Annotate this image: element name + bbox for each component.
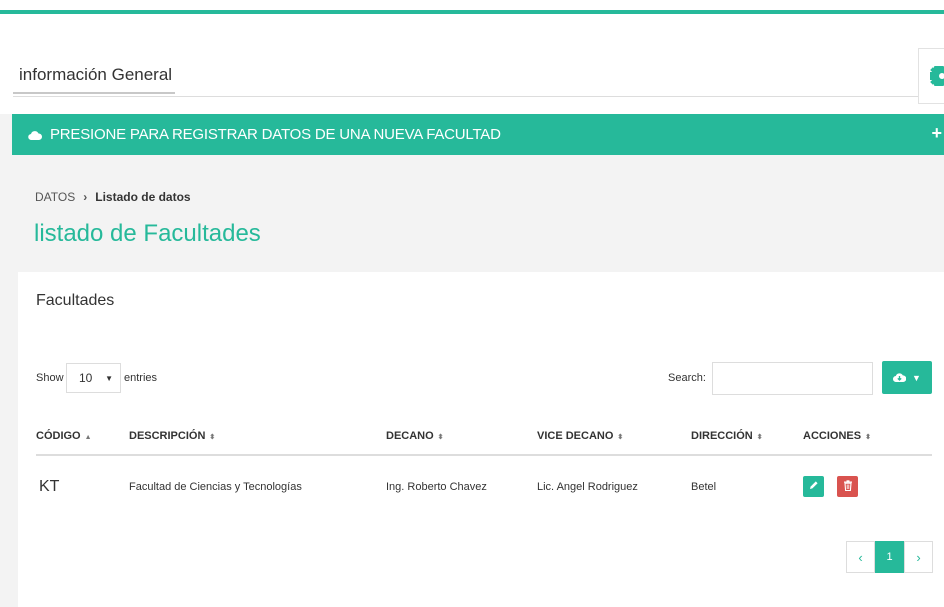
breadcrumb: DATOS › Listado de datos	[35, 190, 191, 204]
register-bar-label: PRESIONE PARA REGISTRAR DATOS DE UNA NUE…	[50, 126, 501, 143]
column-header-direccion[interactable]: DIRECCIÓN ⬍	[691, 417, 803, 456]
breadcrumb-current: Listado de datos	[95, 190, 191, 204]
breadcrumb-root[interactable]: DATOS	[35, 190, 75, 204]
column-header-descripcion[interactable]: DESCRIPCIÓN ⬍	[129, 417, 386, 456]
cell-decano: Ing. Roberto Chavez	[386, 480, 487, 493]
column-header-decano[interactable]: DECANO ⬍	[386, 417, 537, 456]
column-header-codigo[interactable]: CÓDIGO ▲	[36, 417, 129, 456]
tab-divider	[13, 96, 931, 97]
pagination: ‹ 1 ›	[846, 541, 933, 573]
expand-plus-icon[interactable]: +	[931, 123, 942, 144]
chevron-right-icon: ›	[916, 549, 921, 565]
sort-icon: ⬍	[865, 433, 871, 441]
tab-informacion-general[interactable]: información General	[13, 64, 175, 94]
cell-direccion: Betel	[691, 480, 717, 493]
cell-codigo: KT	[39, 477, 60, 495]
search-label: Search:	[668, 372, 706, 384]
cloud-icon	[28, 130, 42, 140]
sort-icon: ⬍	[437, 433, 444, 441]
settings-toggle[interactable]	[918, 48, 944, 104]
caret-down-icon: ▼	[105, 373, 113, 383]
column-header-acciones[interactable]: ACCIONES ⬍	[803, 417, 932, 456]
pagination-prev[interactable]: ‹	[846, 541, 875, 573]
faculties-panel: Facultades Show 10 ▼ entries Search: ▼ C…	[18, 272, 944, 607]
sort-asc-icon: ▲	[84, 433, 92, 441]
table-row: KT Facultad de Ciencias y Tecnologías In…	[36, 455, 932, 517]
panel-title: Facultades	[36, 292, 115, 309]
cell-descripcion: Facultad de Ciencias y Tecnologías	[129, 480, 302, 493]
faculties-table: CÓDIGO ▲ DESCRIPCIÓN ⬍ DECANO ⬍ VICE DECANO…	[36, 417, 932, 517]
cloud-download-icon	[893, 369, 907, 387]
sort-icon: ⬍	[209, 433, 216, 441]
row-actions	[803, 476, 932, 497]
sort-icon: ⬍	[756, 433, 763, 441]
trash-icon	[843, 479, 853, 494]
sort-icon: ⬍	[617, 433, 624, 441]
pagination-next[interactable]: ›	[904, 541, 933, 573]
search-input[interactable]	[712, 362, 873, 395]
edit-button[interactable]	[803, 476, 824, 497]
register-faculty-bar[interactable]: PRESIONE PARA REGISTRAR DATOS DE UNA NUE…	[12, 114, 944, 155]
entries-select[interactable]: 10 ▼	[66, 363, 121, 393]
show-label: Show	[36, 372, 64, 384]
top-bar	[0, 0, 944, 10]
pencil-icon	[809, 480, 819, 493]
export-dropdown-button[interactable]: ▼	[882, 361, 932, 394]
breadcrumb-separator: ›	[83, 190, 88, 204]
pagination-page-1[interactable]: 1	[875, 541, 904, 573]
table-header-row: CÓDIGO ▲ DESCRIPCIÓN ⬍ DECANO ⬍ VICE DECANO…	[36, 417, 932, 456]
cell-vice-decano: Lic. Angel Rodriguez	[537, 480, 638, 493]
page-title: listado de Facultades	[34, 220, 261, 247]
chevron-left-icon: ‹	[858, 549, 863, 565]
entries-value: 10	[79, 371, 93, 385]
delete-button[interactable]	[837, 476, 858, 497]
cell-acciones	[803, 455, 932, 517]
gear-icon	[930, 63, 944, 89]
caret-down-icon: ▼	[912, 372, 921, 383]
column-header-vice-decano[interactable]: VICE DECANO ⬍	[537, 417, 691, 456]
entries-label: entries	[124, 372, 158, 384]
